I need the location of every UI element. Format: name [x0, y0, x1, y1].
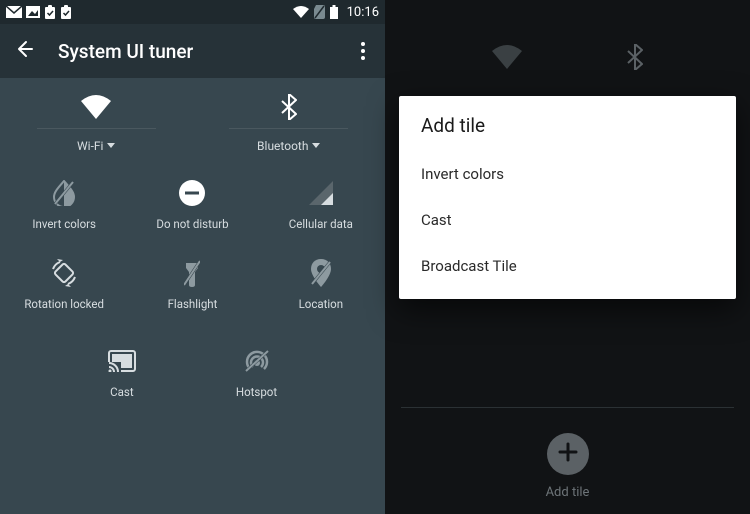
cast-tile[interactable]: Cast	[108, 347, 136, 399]
clipboard-check-icon	[44, 5, 56, 19]
clipboard-check-icon-2	[60, 5, 72, 19]
invert-colors-icon	[53, 179, 75, 207]
cast-label: Cast	[110, 385, 133, 399]
page-title: System UI tuner	[58, 40, 193, 63]
wifi-tile-label[interactable]: Wi-Fi	[77, 139, 115, 153]
dialog-item-broadcast-tile[interactable]: Broadcast Tile	[421, 243, 714, 289]
chevron-down-icon	[107, 143, 115, 149]
bottom-divider	[401, 407, 734, 408]
add-tile-screen: Add tile Invert colors Cast Broadcast Ti…	[385, 0, 750, 514]
overflow-menu-icon[interactable]	[355, 36, 371, 66]
dialog-title: Add tile	[421, 114, 714, 137]
cellular-data-tile[interactable]: Cellular data	[257, 179, 385, 231]
invert-colors-tile[interactable]: Invert colors	[0, 179, 128, 231]
top-tiles-row	[0, 78, 385, 128]
wifi-tile[interactable]	[0, 92, 193, 122]
invert-colors-label: Invert colors	[32, 217, 96, 231]
rotation-lock-icon	[50, 259, 78, 287]
back-icon[interactable]	[14, 39, 34, 63]
add-tile-button[interactable]	[547, 433, 589, 475]
dialog-item-invert-colors[interactable]: Invert colors	[421, 151, 714, 197]
bluetooth-icon	[281, 92, 297, 122]
app-bar: System UI tuner	[0, 24, 385, 78]
battery-icon	[330, 5, 338, 19]
chevron-down-icon	[312, 143, 320, 149]
do-not-disturb-label: Do not disturb	[156, 217, 228, 231]
bluetooth-icon-dim	[627, 44, 643, 74]
hotspot-label: Hotspot	[236, 385, 277, 399]
hotspot-icon	[243, 347, 271, 375]
location-tile[interactable]: Location	[257, 259, 385, 311]
do-not-disturb-icon	[179, 179, 205, 207]
add-tile-button-area: Add tile	[385, 433, 750, 500]
system-ui-tuner-screen: 10:16 System UI tuner Wi-Fi	[0, 0, 385, 514]
status-bar: 10:16	[0, 0, 385, 24]
bottom-tile-row: Cast Hotspot	[0, 331, 385, 415]
cast-icon	[108, 347, 136, 375]
flashlight-label: Flashlight	[168, 297, 218, 311]
cellular-icon	[309, 179, 333, 207]
gmail-icon	[6, 6, 22, 18]
rotation-tile[interactable]: Rotation locked	[0, 259, 128, 311]
no-sim-icon	[314, 5, 325, 19]
hotspot-tile[interactable]: Hotspot	[236, 347, 277, 399]
rotation-label: Rotation locked	[24, 297, 104, 311]
plus-icon	[558, 442, 578, 466]
do-not-disturb-tile[interactable]: Do not disturb	[128, 179, 256, 231]
wifi-icon	[81, 92, 111, 122]
wifi-status-icon	[293, 6, 309, 18]
wifi-label-text: Wi-Fi	[77, 139, 103, 153]
status-time: 10:16	[347, 5, 379, 20]
add-tile-dialog: Add tile Invert colors Cast Broadcast Ti…	[399, 96, 736, 299]
background-tiles	[385, 0, 750, 96]
flashlight-icon	[184, 259, 200, 287]
image-icon	[26, 6, 40, 18]
flashlight-tile[interactable]: Flashlight	[128, 259, 256, 311]
bluetooth-label-text: Bluetooth	[257, 139, 308, 153]
bluetooth-tile-label[interactable]: Bluetooth	[257, 139, 320, 153]
top-labels: Wi-Fi Bluetooth	[0, 129, 385, 169]
cellular-label: Cellular data	[289, 217, 353, 231]
location-label: Location	[299, 297, 344, 311]
bluetooth-tile[interactable]	[193, 92, 386, 122]
location-icon	[311, 259, 331, 287]
wifi-icon-dim	[492, 45, 522, 73]
tile-grid: Invert colors Do not disturb Cellular da…	[0, 169, 385, 331]
add-tile-label: Add tile	[546, 485, 590, 500]
dialog-item-cast[interactable]: Cast	[421, 197, 714, 243]
